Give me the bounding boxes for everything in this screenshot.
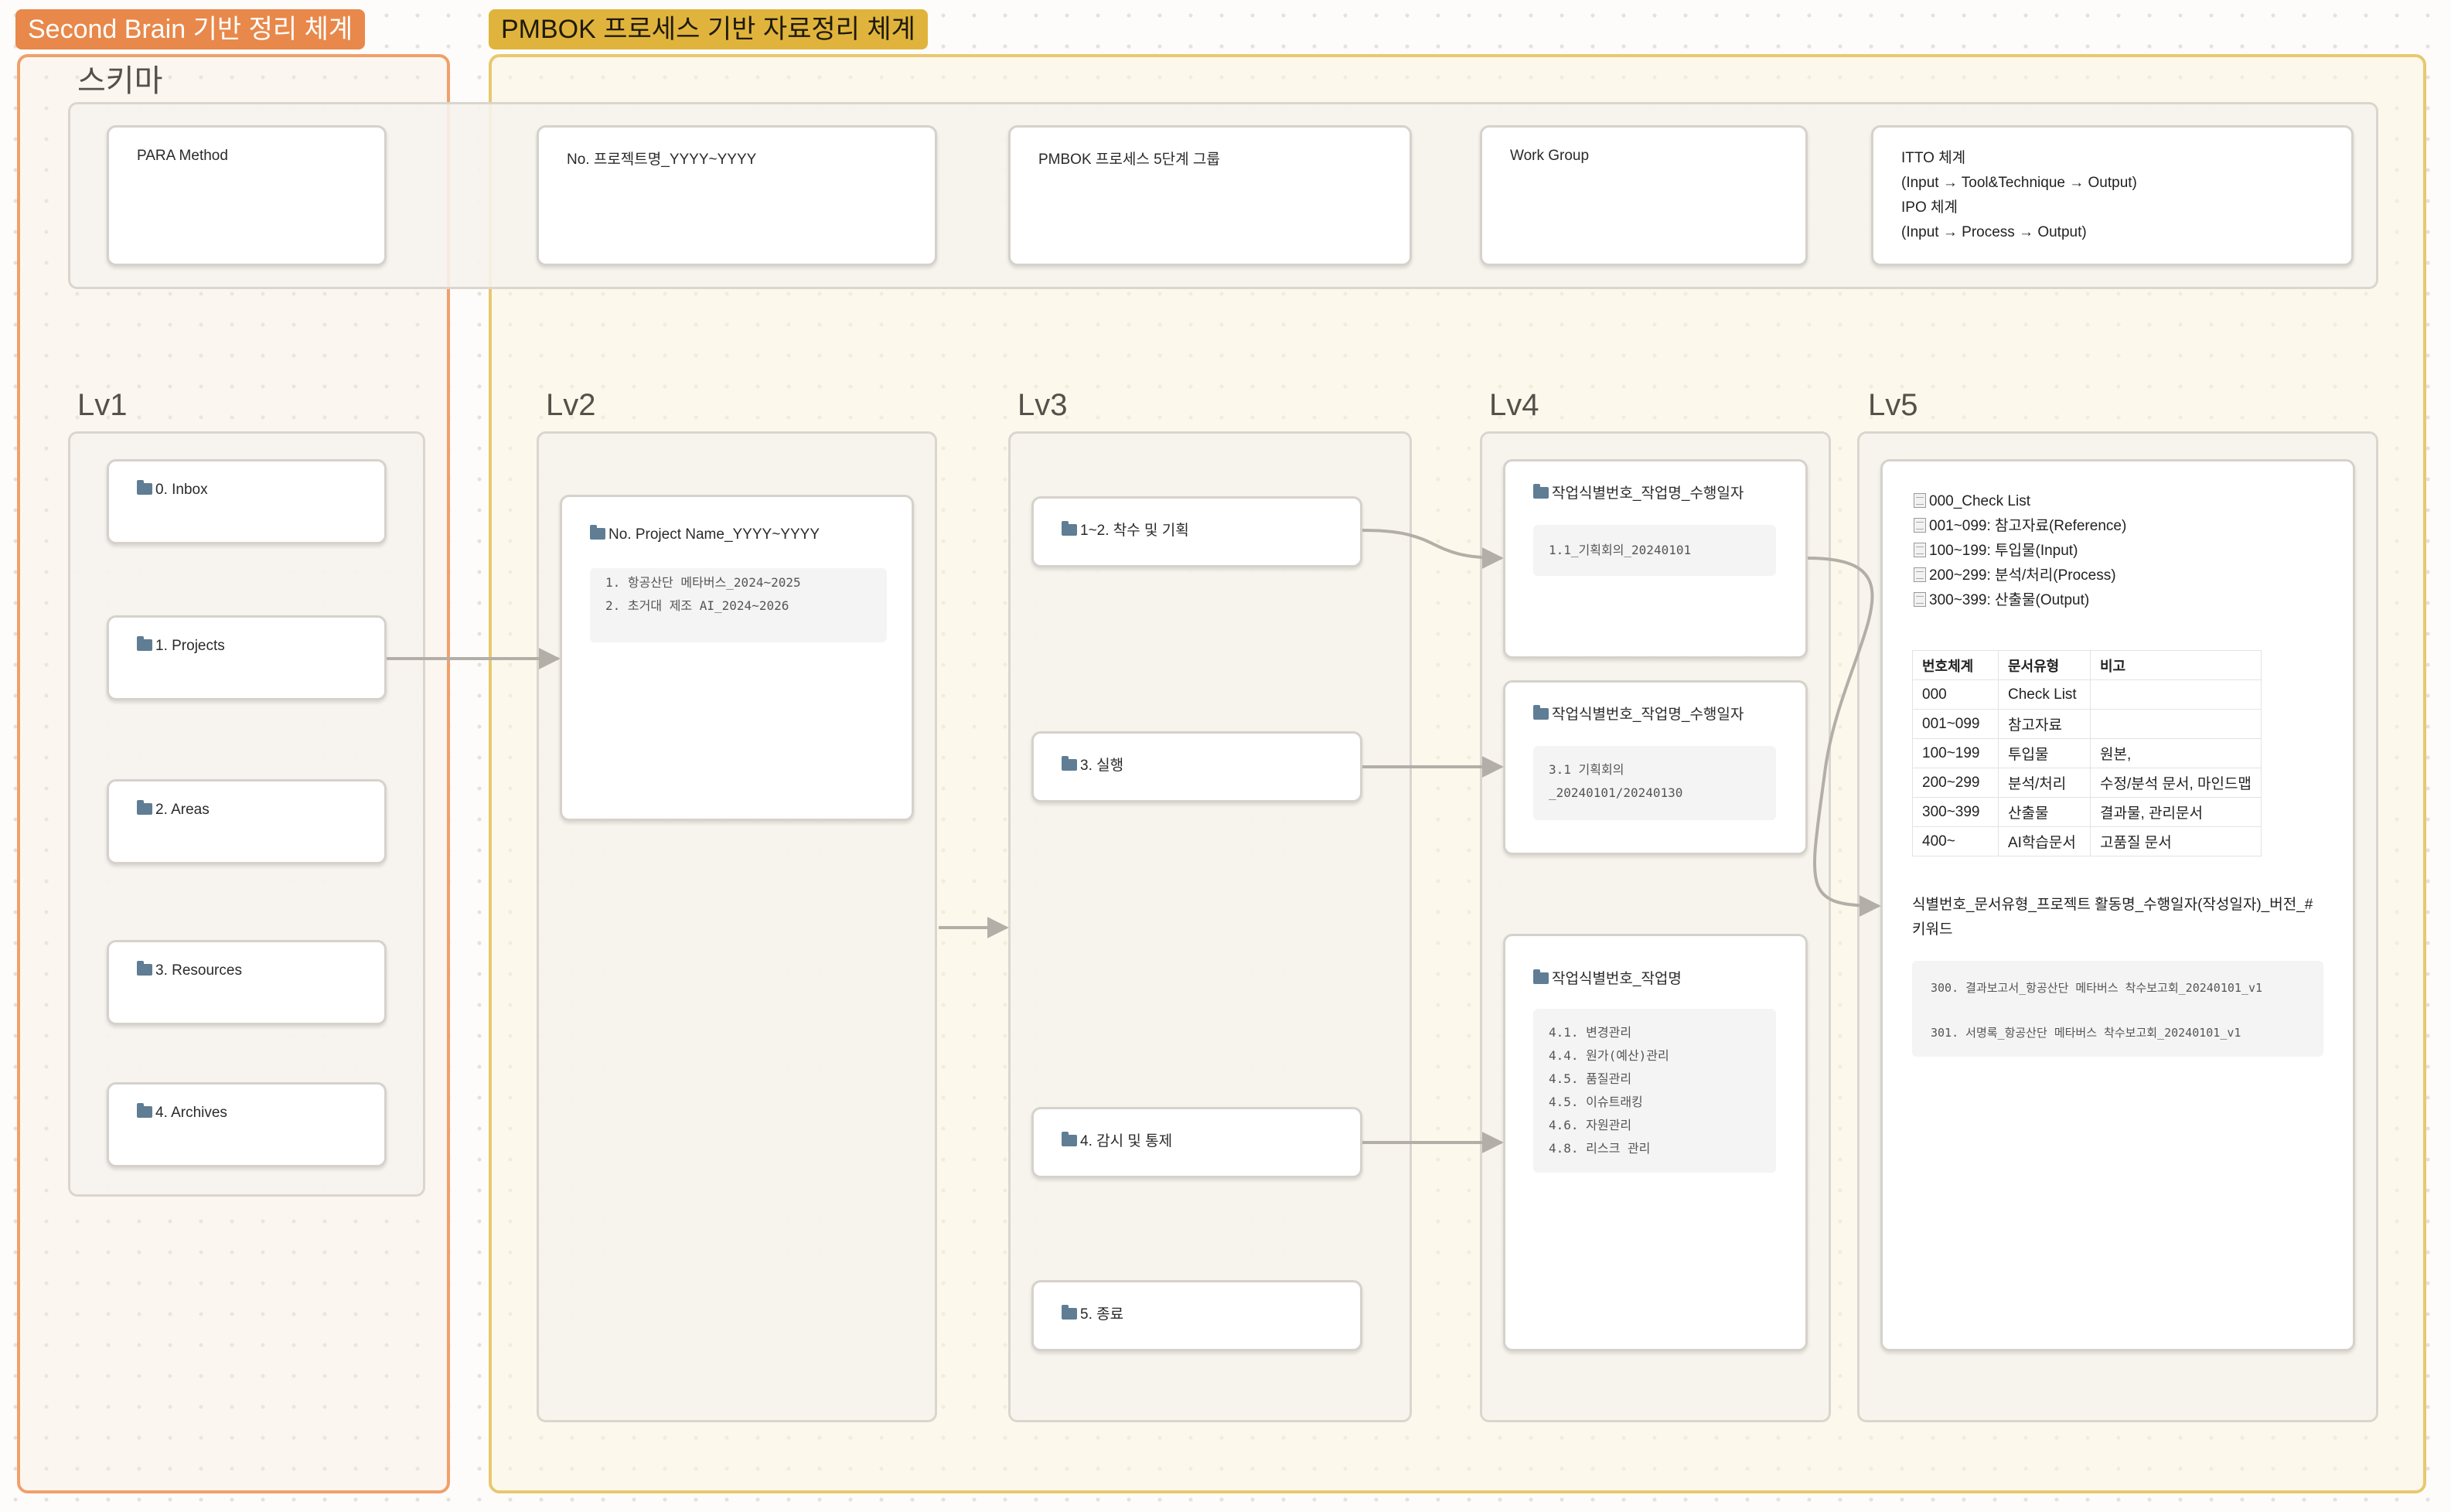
connector-layer	[387, 529, 1881, 1153]
edge-initiating-to-lv4	[1362, 529, 1504, 569]
edge-lv4-to-lv5	[1807, 557, 1881, 917]
